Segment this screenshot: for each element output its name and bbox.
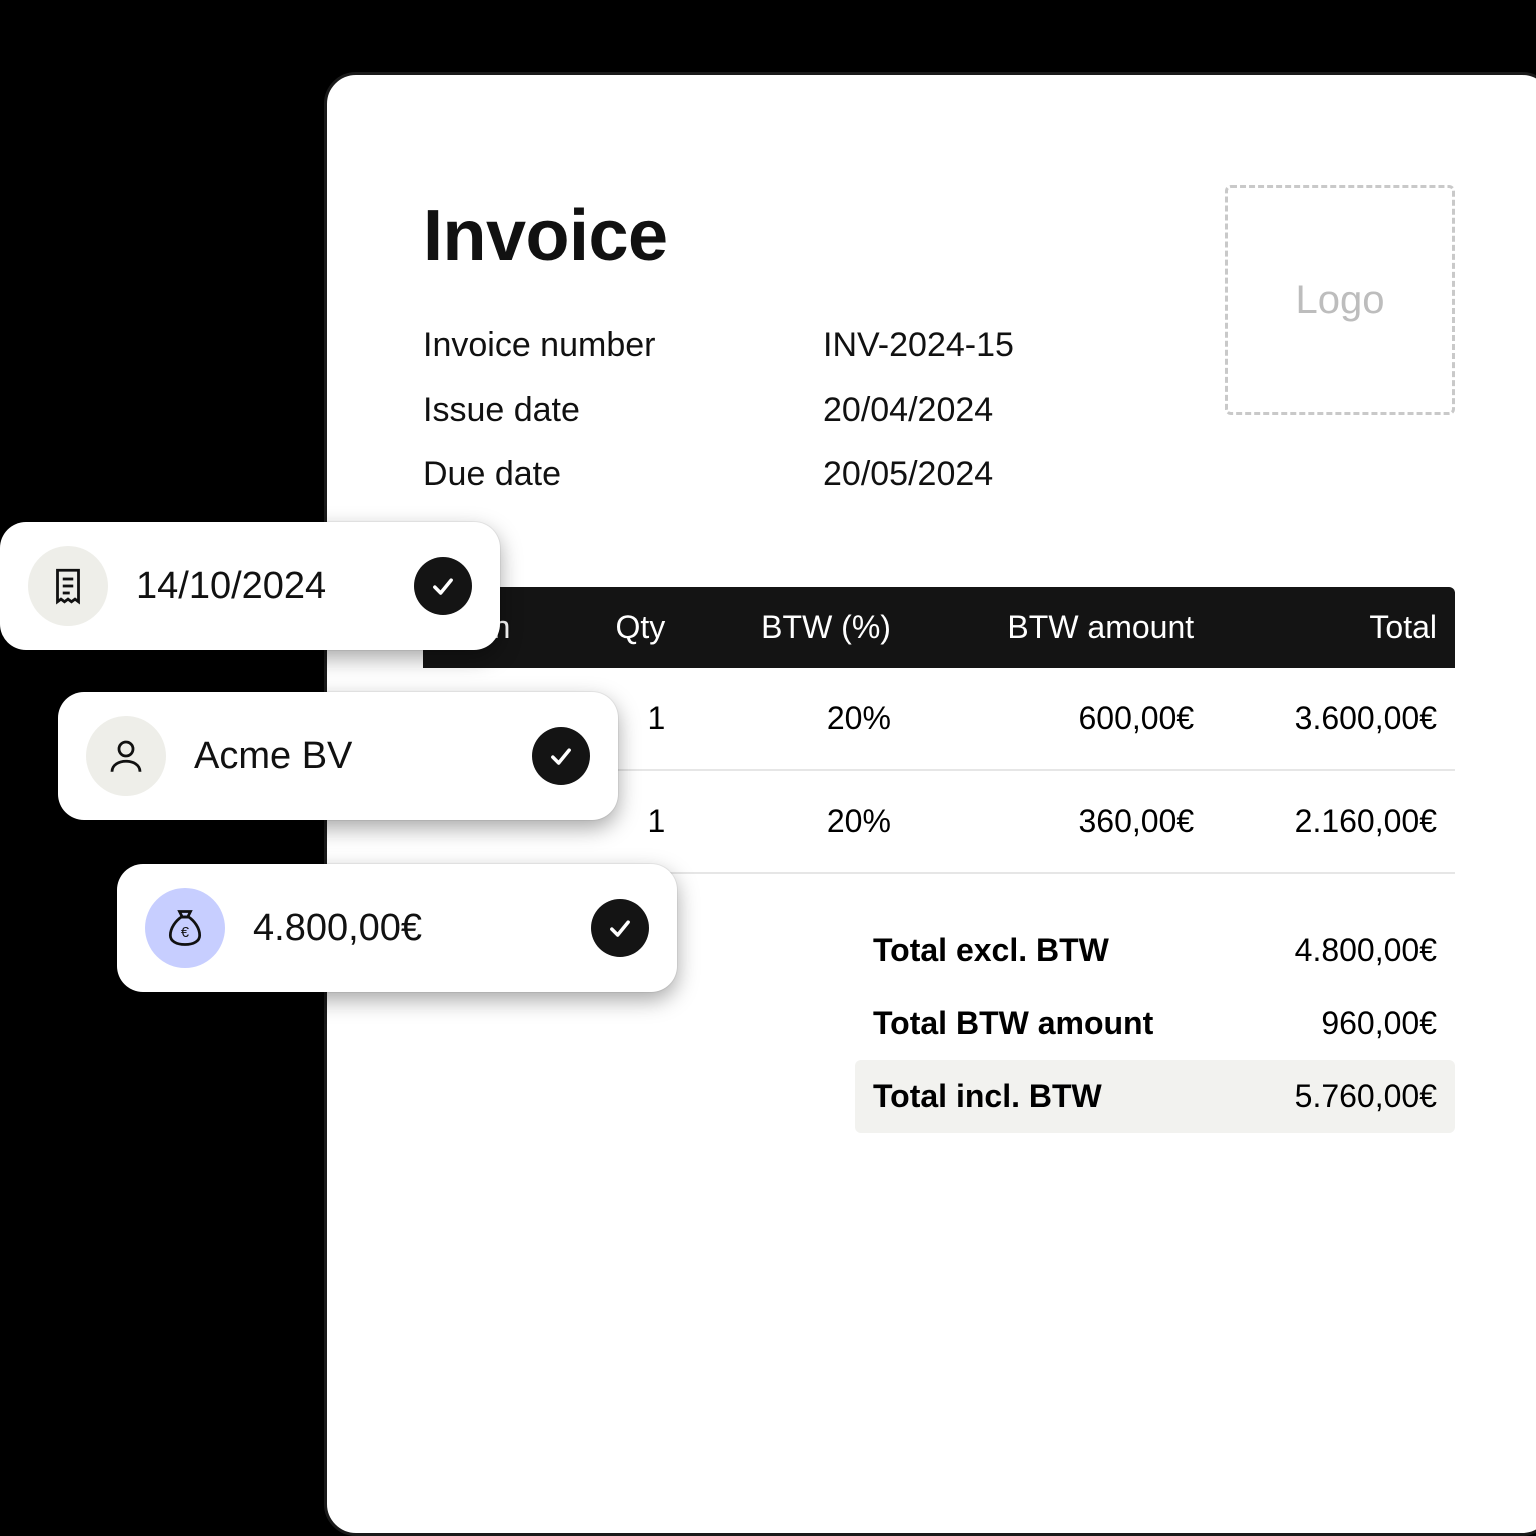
meta-value-issue: 20/04/2024	[823, 378, 993, 443]
money-bag-icon: €	[145, 888, 225, 968]
th-btw-pct: BTW (%)	[683, 587, 909, 668]
meta-label-due: Due date	[423, 442, 823, 507]
cell-total: 2.160,00€	[1212, 770, 1455, 873]
total-excl-label: Total excl. BTW	[873, 932, 1109, 969]
meta-label-issue: Issue date	[423, 378, 823, 443]
logo-placeholder[interactable]: Logo	[1225, 185, 1455, 415]
cell-btw-pct: 20%	[683, 668, 909, 770]
th-qty: Qty	[566, 587, 683, 668]
invoice-header-left: Invoice Invoice number INV-2024-15 Issue…	[423, 195, 1014, 507]
invoice-header: Invoice Invoice number INV-2024-15 Issue…	[423, 195, 1455, 507]
meta-label-number: Invoice number	[423, 313, 823, 378]
logo-placeholder-text: Logo	[1296, 278, 1385, 323]
cell-btw-amt: 600,00€	[909, 668, 1212, 770]
meta-row-issue: Issue date 20/04/2024	[423, 378, 1014, 443]
pill-client-text: Acme BV	[194, 735, 504, 778]
pill-date[interactable]: 14/10/2024	[0, 522, 500, 650]
meta-row-number: Invoice number INV-2024-15	[423, 313, 1014, 378]
pill-amount-text: 4.800,00€	[253, 907, 563, 950]
total-btw-row: Total BTW amount 960,00€	[855, 987, 1455, 1060]
cell-btw-pct: 20%	[683, 770, 909, 873]
svg-text:€: €	[181, 925, 189, 941]
total-incl-label: Total incl. BTW	[873, 1078, 1102, 1115]
check-icon	[591, 899, 649, 957]
person-icon	[86, 716, 166, 796]
pill-client[interactable]: Acme BV	[58, 692, 618, 820]
pill-amount[interactable]: € 4.800,00€	[117, 864, 677, 992]
table-header: ption Qty BTW (%) BTW amount Total	[423, 587, 1455, 668]
invoice-meta: Invoice number INV-2024-15 Issue date 20…	[423, 313, 1014, 507]
check-icon	[532, 727, 590, 785]
th-btw-amount: BTW amount	[909, 587, 1212, 668]
receipt-icon	[28, 546, 108, 626]
total-btw-label: Total BTW amount	[873, 1005, 1153, 1042]
pill-date-text: 14/10/2024	[136, 565, 386, 608]
meta-row-due: Due date 20/05/2024	[423, 442, 1014, 507]
total-excl-row: Total excl. BTW 4.800,00€	[855, 914, 1455, 987]
total-incl-value: 5.760,00€	[1295, 1078, 1437, 1115]
check-icon	[414, 557, 472, 615]
meta-value-number: INV-2024-15	[823, 313, 1014, 378]
total-excl-value: 4.800,00€	[1295, 932, 1437, 969]
total-btw-value: 960,00€	[1321, 1005, 1437, 1042]
total-incl-row: Total incl. BTW 5.760,00€	[855, 1060, 1455, 1133]
cell-total: 3.600,00€	[1212, 668, 1455, 770]
invoice-title: Invoice	[423, 195, 1014, 277]
th-total: Total	[1212, 587, 1455, 668]
cell-btw-amt: 360,00€	[909, 770, 1212, 873]
meta-value-due: 20/05/2024	[823, 442, 993, 507]
